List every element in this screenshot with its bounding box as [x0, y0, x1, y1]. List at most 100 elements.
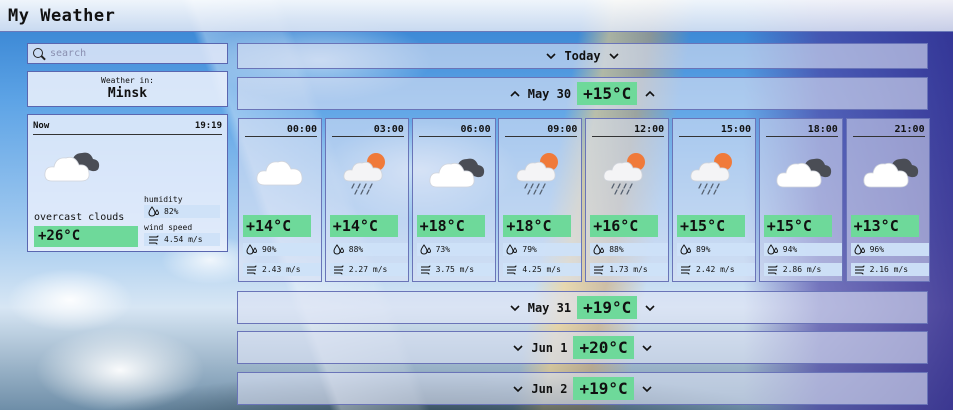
humidity-icon	[420, 244, 432, 255]
hour-temperature: +14°C	[243, 215, 311, 237]
sun-cloud-rain-icon	[687, 151, 741, 199]
now-wind-value: 4.54 m/s	[164, 235, 203, 244]
wind-icon	[593, 264, 605, 275]
day-label: Jun 1	[531, 340, 568, 355]
hour-time: 06:00	[418, 124, 491, 137]
chevron-down-icon	[642, 344, 652, 351]
hour-humidity: 88%	[329, 243, 408, 256]
now-label: Now	[33, 121, 50, 131]
day-label: Jun 2	[531, 381, 568, 396]
humidity-icon	[593, 244, 605, 255]
hour-humidity-value: 88%	[609, 245, 624, 254]
day-bar-today[interactable]: Today	[237, 43, 928, 69]
hour-humidity: 79%	[503, 243, 582, 256]
hour-time: 12:00	[592, 124, 665, 137]
app-title: My Weather	[8, 5, 116, 26]
cloud-overcast-icon	[861, 151, 921, 195]
cloud-overcast-icon	[42, 145, 102, 189]
day-temperature: +19°C	[577, 296, 638, 319]
hour-wind-value: 3.75 m/s	[435, 265, 475, 274]
wind-icon	[333, 264, 345, 275]
hour-wind: 2.42 m/s	[677, 263, 755, 276]
hour-temperature: +18°C	[416, 215, 485, 237]
day-bar-jun-1[interactable]: Jun 1 +20°C	[237, 331, 928, 364]
hour-wind: 2.16 m/s	[850, 263, 929, 276]
current-weather-card: Now 19:19 overcast clouds +26°C humidity…	[27, 114, 228, 252]
day-bar-may-31[interactable]: May 31 +19°C	[237, 291, 928, 324]
day-bar-may-30[interactable]: May 30 +15°C	[237, 77, 928, 110]
chevron-down-icon	[546, 53, 557, 60]
hour-card: 12:00 +16°C 88% 1.73 m/s	[585, 118, 670, 282]
wind-icon	[854, 264, 866, 275]
cloud-icon	[253, 151, 307, 195]
hour-wind: 4.25 m/s	[503, 263, 582, 276]
humidity-icon	[767, 244, 779, 255]
hour-time: 18:00	[765, 124, 838, 137]
search-input[interactable]	[50, 48, 220, 59]
app-header: My Weather	[0, 0, 953, 32]
search-icon[interactable]	[32, 47, 46, 61]
chevron-down-icon	[513, 385, 523, 392]
hour-wind-value: 2.16 m/s	[869, 265, 909, 274]
current-weather-header: Now 19:19	[33, 121, 222, 135]
hour-humidity: 96%	[850, 243, 929, 256]
hour-humidity-value: 73%	[435, 245, 451, 254]
chevron-down-icon	[510, 304, 520, 311]
hour-temperature: +14°C	[329, 215, 398, 237]
hour-temperature: +16°C	[590, 215, 659, 237]
hour-card: 06:00 +18°C 73% 3.75 m/s	[411, 118, 496, 282]
hour-wind-value: 2.27 m/s	[348, 265, 388, 274]
search-box[interactable]	[27, 43, 228, 64]
location-label: Weather in:	[101, 76, 154, 85]
hour-time: 21:00	[852, 124, 925, 137]
wind-icon	[246, 264, 258, 275]
now-wind-label: wind speed	[144, 223, 193, 232]
now-description: overcast clouds	[34, 212, 125, 223]
hour-wind: 3.75 m/s	[416, 263, 495, 276]
hour-humidity: 89%	[677, 243, 755, 256]
hour-humidity-value: 90%	[262, 245, 277, 254]
hour-wind-value: 2.86 m/s	[782, 265, 822, 274]
wind-icon	[506, 264, 518, 275]
now-humidity-label: humidity	[144, 195, 183, 204]
humidity-icon	[854, 244, 866, 255]
hour-temperature: +15°C	[677, 215, 745, 237]
now-humidity: 82%	[144, 205, 220, 218]
chevron-down-icon	[642, 385, 652, 392]
chevron-up-icon	[645, 90, 655, 97]
day-temperature: +19°C	[573, 377, 634, 400]
sun-cloud-rain-icon	[340, 151, 394, 199]
hour-wind-value: 2.42 m/s	[696, 265, 735, 274]
hour-time: 00:00	[245, 124, 317, 137]
hour-wind-value: 1.73 m/s	[609, 265, 648, 274]
chevron-down-icon	[608, 53, 619, 60]
hour-wind: 2.43 m/s	[243, 263, 321, 276]
now-wind: 4.54 m/s	[144, 233, 220, 246]
location-panel: Weather in: Minsk	[27, 71, 228, 107]
hour-time: 03:00	[331, 124, 404, 137]
hour-time: 09:00	[505, 124, 578, 137]
hour-time: 15:00	[679, 124, 751, 137]
hour-humidity-value: 96%	[869, 245, 885, 254]
hour-card: 15:00 +15°C 89% 2.42 m/s	[672, 118, 756, 282]
wind-icon	[767, 264, 779, 275]
hour-card: 18:00 +15°C 94% 2.86 m/s	[758, 118, 843, 282]
hour-card: 03:00 +14°C 88% 2.27 m/s	[324, 118, 409, 282]
now-time: 19:19	[194, 121, 222, 131]
humidity-icon	[333, 244, 345, 255]
hour-humidity: 73%	[416, 243, 495, 256]
day-label: May 31	[527, 300, 572, 315]
location-city: Minsk	[107, 86, 148, 101]
hour-temperature: +15°C	[763, 215, 832, 237]
hour-temperature: +18°C	[503, 215, 572, 237]
humidity-icon	[148, 206, 160, 217]
hour-wind-value: 2.43 m/s	[262, 265, 301, 274]
hour-wind-value: 4.25 m/s	[522, 265, 561, 274]
day-temperature: +15°C	[577, 82, 638, 105]
cloud-overcast-icon	[774, 151, 834, 195]
day-bar-jun-2[interactable]: Jun 2 +19°C	[237, 372, 928, 405]
hour-wind: 2.86 m/s	[763, 263, 842, 276]
hour-humidity-value: 94%	[782, 245, 798, 254]
day-temperature: +20°C	[573, 336, 634, 359]
humidity-icon	[680, 244, 692, 255]
